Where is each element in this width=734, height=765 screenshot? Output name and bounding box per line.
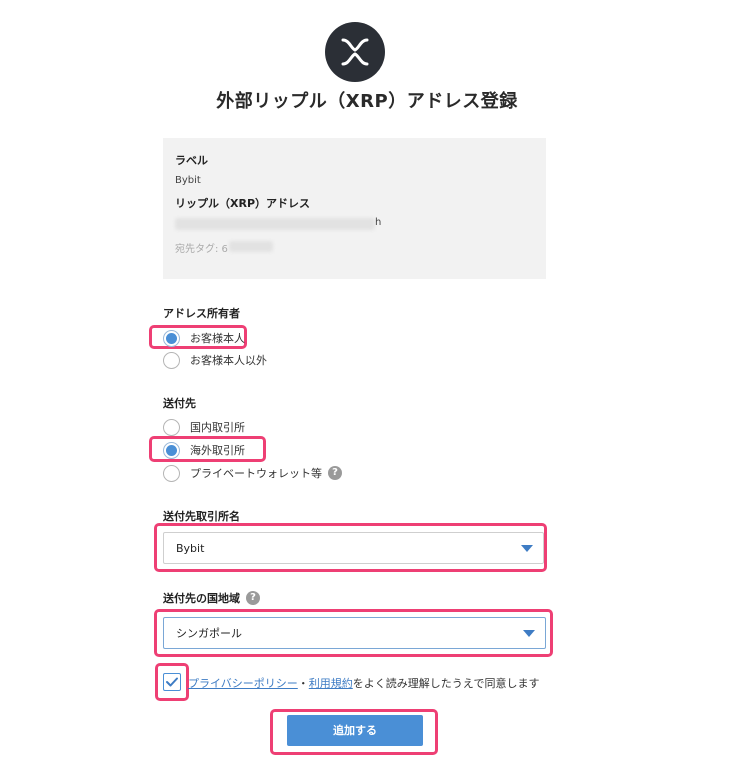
owner-option-other[interactable]: お客様本人以外 (163, 350, 267, 370)
terms-link[interactable]: 利用規約 (309, 677, 353, 690)
address-heading: リップル（XRP）アドレス (175, 197, 311, 210)
page-title: 外部リップル（XRP）アドレス登録 (216, 91, 518, 112)
tag-redacted (229, 241, 273, 252)
destination-section-title: 送付先 (163, 397, 196, 410)
checkmark-icon (166, 677, 178, 687)
destination-tag: 宛先タグ: 6 (175, 244, 228, 255)
radio-label: お客様本人以外 (190, 354, 267, 367)
destination-option-domestic[interactable]: 国内取引所 (163, 417, 245, 437)
country-select-value: シンガポール (176, 627, 242, 640)
destination-option-private-wallet[interactable]: プライベートウォレット等 ? (163, 463, 342, 483)
address-redacted (175, 218, 375, 230)
exchange-select-value: Bybit (176, 541, 205, 555)
radio-unchecked[interactable] (163, 464, 180, 482)
radio-label: プライベートウォレット等 (190, 467, 322, 480)
radio-label: 国内取引所 (190, 421, 245, 434)
owner-option-self[interactable]: お客様本人 (163, 328, 245, 348)
privacy-policy-link[interactable]: プライバシーポリシー (188, 677, 298, 690)
agree-checkbox[interactable] (163, 673, 181, 691)
destination-option-overseas[interactable]: 海外取引所 (163, 440, 245, 460)
exchange-section-title: 送付先取引所名 (163, 510, 240, 523)
agreement-separator: ・ (297, 677, 309, 690)
radio-label: お客様本人 (190, 332, 245, 345)
owner-section-title: アドレス所有者 (163, 307, 240, 320)
address-info-panel: ラベル Bybit リップル（XRP）アドレス h 宛先タグ: 6 (163, 138, 546, 279)
add-button[interactable]: 追加する (287, 715, 423, 746)
label-value: Bybit (175, 175, 201, 186)
exchange-select[interactable]: Bybit (163, 532, 544, 564)
chevron-down-icon (521, 544, 533, 552)
agreement-rest-text: をよく読み理解したうえで同意します (352, 677, 540, 690)
chevron-down-icon (523, 629, 535, 637)
label-heading: ラベル (175, 154, 208, 167)
radio-unchecked[interactable] (163, 351, 180, 369)
country-section-title: 送付先の国地域 (163, 592, 240, 605)
xrp-logo-icon (325, 22, 385, 82)
country-select[interactable]: シンガポール (163, 617, 546, 649)
radio-checked[interactable] (163, 441, 180, 459)
radio-unchecked[interactable] (163, 418, 180, 436)
help-icon[interactable]: ? (246, 591, 260, 605)
radio-checked[interactable] (163, 329, 180, 347)
address-suffix: h (375, 217, 382, 228)
radio-label: 海外取引所 (190, 444, 245, 457)
agreement-text: プライバシーポリシー・利用規約をよく読み理解したうえで同意します (188, 675, 539, 691)
country-section-header: 送付先の国地域 ? (163, 588, 260, 608)
help-icon[interactable]: ? (328, 466, 342, 480)
